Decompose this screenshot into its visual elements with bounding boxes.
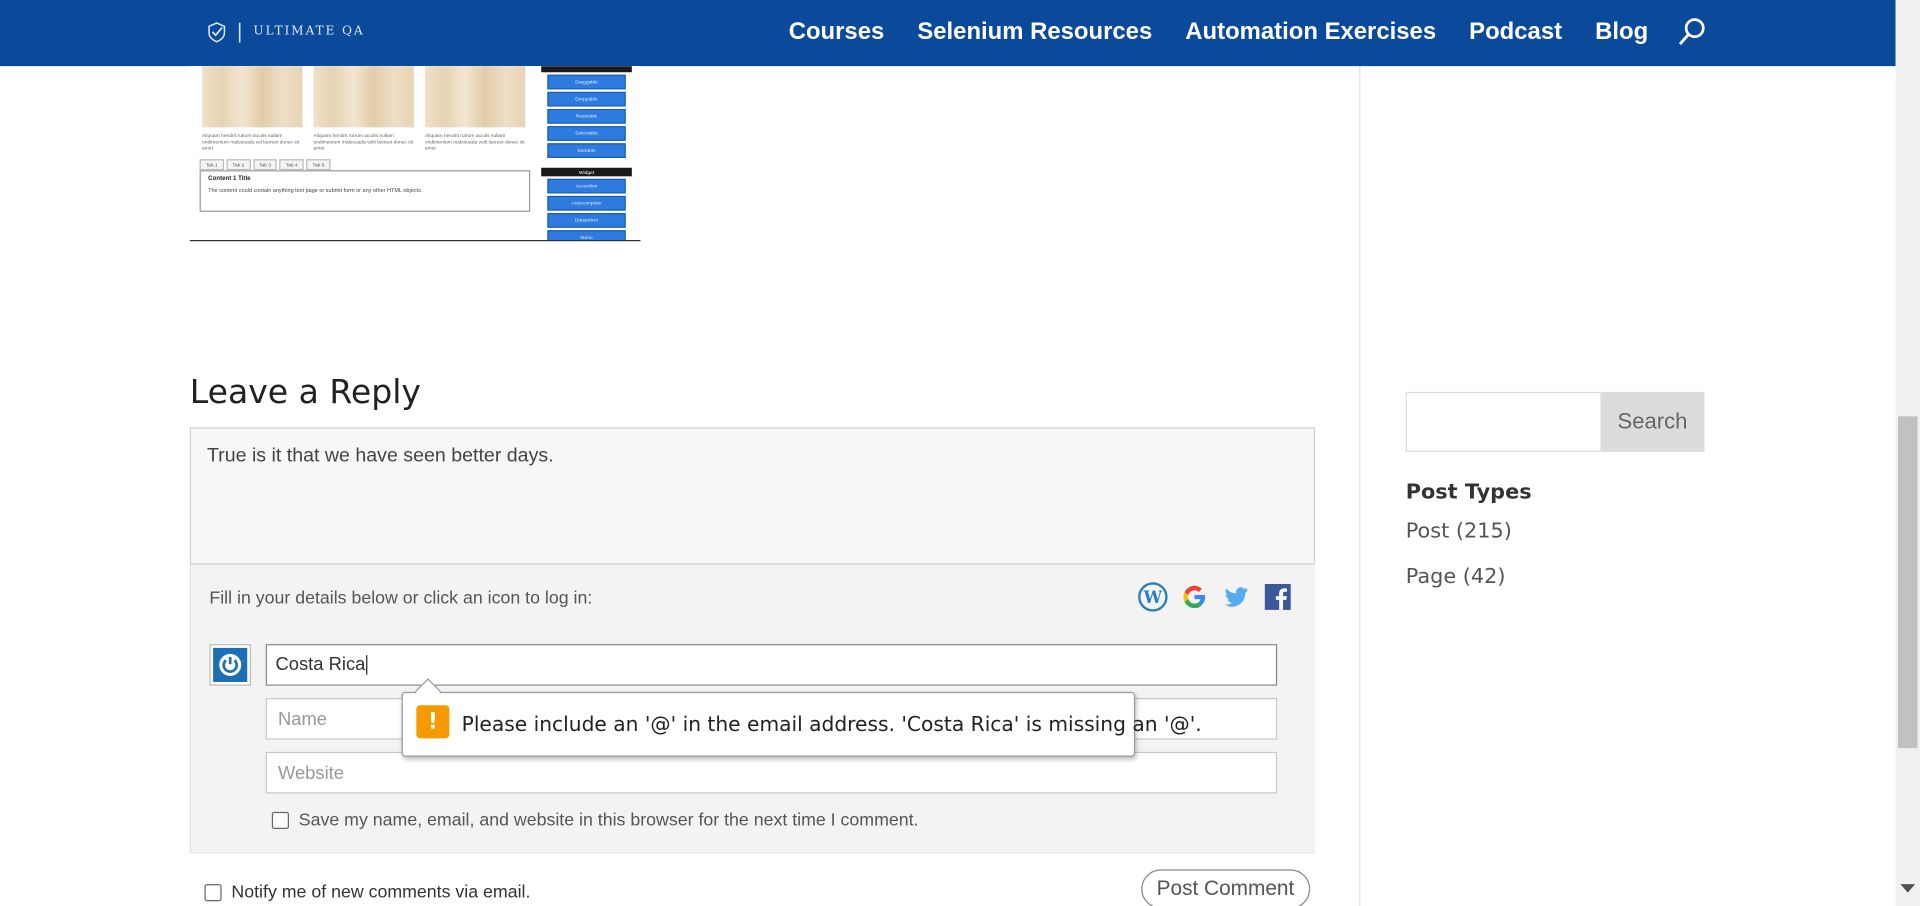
website-field[interactable]: Website — [265, 751, 1278, 794]
thumb-button: Selectable — [547, 126, 626, 141]
save-info-checkbox[interactable] — [271, 811, 289, 829]
thumb-caption-1: Aliquam hendrit rutrum iaculis nullam on… — [202, 132, 300, 151]
post-types-link-page[interactable]: Page (42) — [1406, 564, 1506, 588]
thumb-tab: Tab 5 — [306, 159, 331, 171]
notify-checkbox[interactable] — [204, 884, 222, 902]
thumb-content-text: The content could contain anything text … — [208, 187, 423, 194]
notify-row: Notify me of new comments via email. — [204, 882, 531, 903]
logo-text: ULTIMATE QA — [253, 24, 365, 38]
search-icon[interactable] — [1678, 17, 1707, 46]
thumb-button-group-2: Widget Accordion Autocomplete Datepicker… — [541, 167, 632, 241]
svg-text:W: W — [1143, 588, 1163, 607]
page-screenshot-image: Aliquam hendrit rutrum iaculis nullam on… — [189, 66, 641, 242]
email-field[interactable]: Costa Rica — [265, 644, 1278, 686]
thumb-button: Draggable — [547, 74, 626, 90]
post-comment-button[interactable]: Post Comment — [1140, 869, 1311, 906]
google-icon[interactable] — [1179, 582, 1210, 613]
thumb-button: Sortable — [547, 143, 626, 158]
notify-label: Notify me of new comments via email. — [231, 882, 531, 903]
main-nav: Courses Selenium Resources Automation Ex… — [756, 17, 1707, 46]
page: | ULTIMATE QA Courses Selenium Resources… — [0, 0, 1896, 906]
wood-image-2 — [313, 66, 414, 128]
wood-image-1 — [202, 66, 303, 128]
thumb-tab: Tab 2 — [226, 159, 251, 171]
twitter-icon[interactable] — [1221, 582, 1252, 613]
logo-check-icon — [208, 21, 226, 42]
login-icons: W — [1138, 582, 1294, 613]
thumb-button: Droppable — [547, 91, 626, 107]
thumb-tab: Tab 4 — [279, 159, 304, 171]
thumb-button: Accordion — [547, 178, 626, 194]
avatar — [209, 644, 252, 686]
scrollbar-thumb[interactable] — [1897, 416, 1918, 749]
save-info-label: Save my name, email, and website in this… — [298, 810, 919, 831]
thumb-group-header — [541, 66, 632, 73]
save-info-row: Save my name, email, and website in this… — [271, 810, 919, 831]
thumb-tab: Tab 3 — [252, 159, 278, 171]
email-value: Costa Rica — [275, 653, 366, 675]
text-caret — [366, 655, 368, 675]
thumb-tab-content: Content 1 Title The content could contai… — [199, 170, 531, 212]
sidebar-search-button[interactable]: Search — [1600, 391, 1705, 452]
thumb-widget-header: Widget — [541, 167, 632, 177]
thumb-content-title: Content 1 Title — [208, 175, 251, 183]
thumb-button-group-1: Draggable Droppable Resizable Selectable… — [541, 66, 632, 158]
scroll-down-arrow-icon[interactable] — [1900, 884, 1916, 893]
nav-podcast[interactable]: Podcast — [1469, 18, 1562, 46]
thumb-button: Autocomplete — [547, 195, 626, 211]
warning-icon: ! — [416, 705, 450, 739]
comment-textarea[interactable]: True is it that we have seen better days… — [189, 427, 1316, 565]
thumb-caption-3: Aliquam hendrit rutrum iaculis nullam on… — [424, 132, 525, 151]
thumb-caption-2: Aliquam hendrit rutrum iaculis nullam on… — [313, 132, 414, 151]
post-types-title: Post Types — [1405, 480, 1532, 505]
nav-automation-exercises[interactable]: Automation Exercises — [1185, 18, 1436, 46]
reply-title: Leave a Reply — [189, 373, 421, 412]
validation-tooltip: ! Please include an '@' in the email add… — [401, 691, 1202, 757]
post-types-link-post[interactable]: Post (215) — [1406, 519, 1512, 543]
thumb-button: Menu — [547, 230, 626, 241]
facebook-icon[interactable] — [1262, 582, 1293, 613]
nav-selenium-resources[interactable]: Selenium Resources — [917, 18, 1152, 46]
site-logo[interactable]: | ULTIMATE QA — [206, 20, 365, 43]
wood-image-3 — [424, 66, 526, 128]
wordpress-icon[interactable]: W — [1138, 582, 1169, 613]
logo-separator: | — [236, 19, 245, 43]
thumb-tab: Tab 1 — [199, 159, 224, 171]
comment-submit-row: Notify me of new comments via email. Pos… — [189, 852, 1316, 906]
nav-courses[interactable]: Courses — [789, 18, 885, 46]
comment-text: True is it that we have seen better days… — [206, 445, 554, 467]
thumb-button: Resizable — [547, 108, 626, 124]
nav-blog[interactable]: Blog — [1595, 18, 1648, 46]
power-icon — [213, 647, 248, 683]
login-instructions: Fill in your details below or click an i… — [209, 588, 593, 609]
sidebar-search-input[interactable] — [1405, 391, 1601, 452]
sidebar-divider — [1359, 66, 1361, 906]
top-navigation-bar: | ULTIMATE QA Courses Selenium Resources… — [0, 0, 1896, 67]
validation-message: Please include an '@' in the email addre… — [461, 712, 1202, 736]
thumb-button: Datepicker — [547, 213, 626, 228]
thumb-tabs: Tab 1 Tab 2 Tab 3 Tab 4 Tab 5 Content 1 … — [199, 159, 531, 212]
